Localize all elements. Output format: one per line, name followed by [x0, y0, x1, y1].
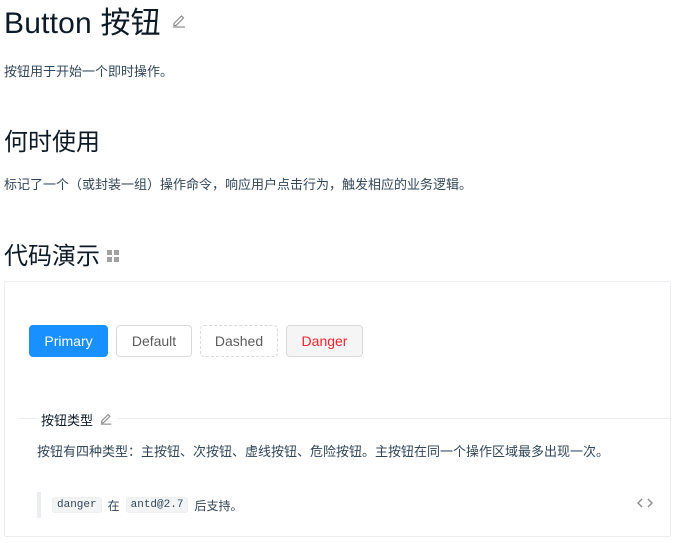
primary-button[interactable]: Primary — [29, 325, 108, 357]
demo-meta-title-text: 按钮类型 — [41, 413, 94, 428]
default-button[interactable]: Default — [116, 325, 192, 357]
grid-icon[interactable] — [106, 242, 120, 270]
code-expand-icon[interactable] — [636, 496, 654, 510]
when-to-use-heading: 何时使用 — [4, 129, 100, 156]
page-title: Button 按钮 — [4, 0, 187, 40]
note-text: 后支持。 — [194, 498, 243, 513]
demo-heading-text: 代码演示 — [4, 243, 100, 270]
demo-meta-note: danger 在 antd@2.7 后支持。 — [37, 492, 242, 518]
when-to-use-text: 标记了一个（或封装一组）操作命令，响应用户点击行为，触发相应的业务逻辑。 — [4, 177, 473, 192]
page-intro: 按钮用于开始一个即时操作。 — [4, 64, 174, 79]
demo-card: Primary Default Dashed Danger 按钮类型 按钮有四种… — [4, 281, 671, 537]
demo-preview: Primary Default Dashed Danger — [29, 325, 363, 357]
inline-code: danger — [52, 497, 102, 513]
inline-code: antd@2.7 — [125, 497, 189, 513]
danger-button[interactable]: Danger — [286, 325, 363, 357]
demo-heading: 代码演示 — [4, 236, 120, 271]
page-title-text: Button 按钮 — [4, 7, 161, 40]
edit-icon[interactable] — [99, 411, 113, 428]
note-text: 在 — [107, 498, 120, 513]
demo-meta-description: 按钮有四种类型：主按钮、次按钮、虚线按钮、危险按钮。主按钮在同一个操作区域最多出… — [37, 444, 610, 459]
dashed-button[interactable]: Dashed — [200, 325, 278, 357]
demo-meta-title: 按钮类型 — [37, 410, 118, 429]
edit-icon[interactable] — [171, 12, 187, 28]
